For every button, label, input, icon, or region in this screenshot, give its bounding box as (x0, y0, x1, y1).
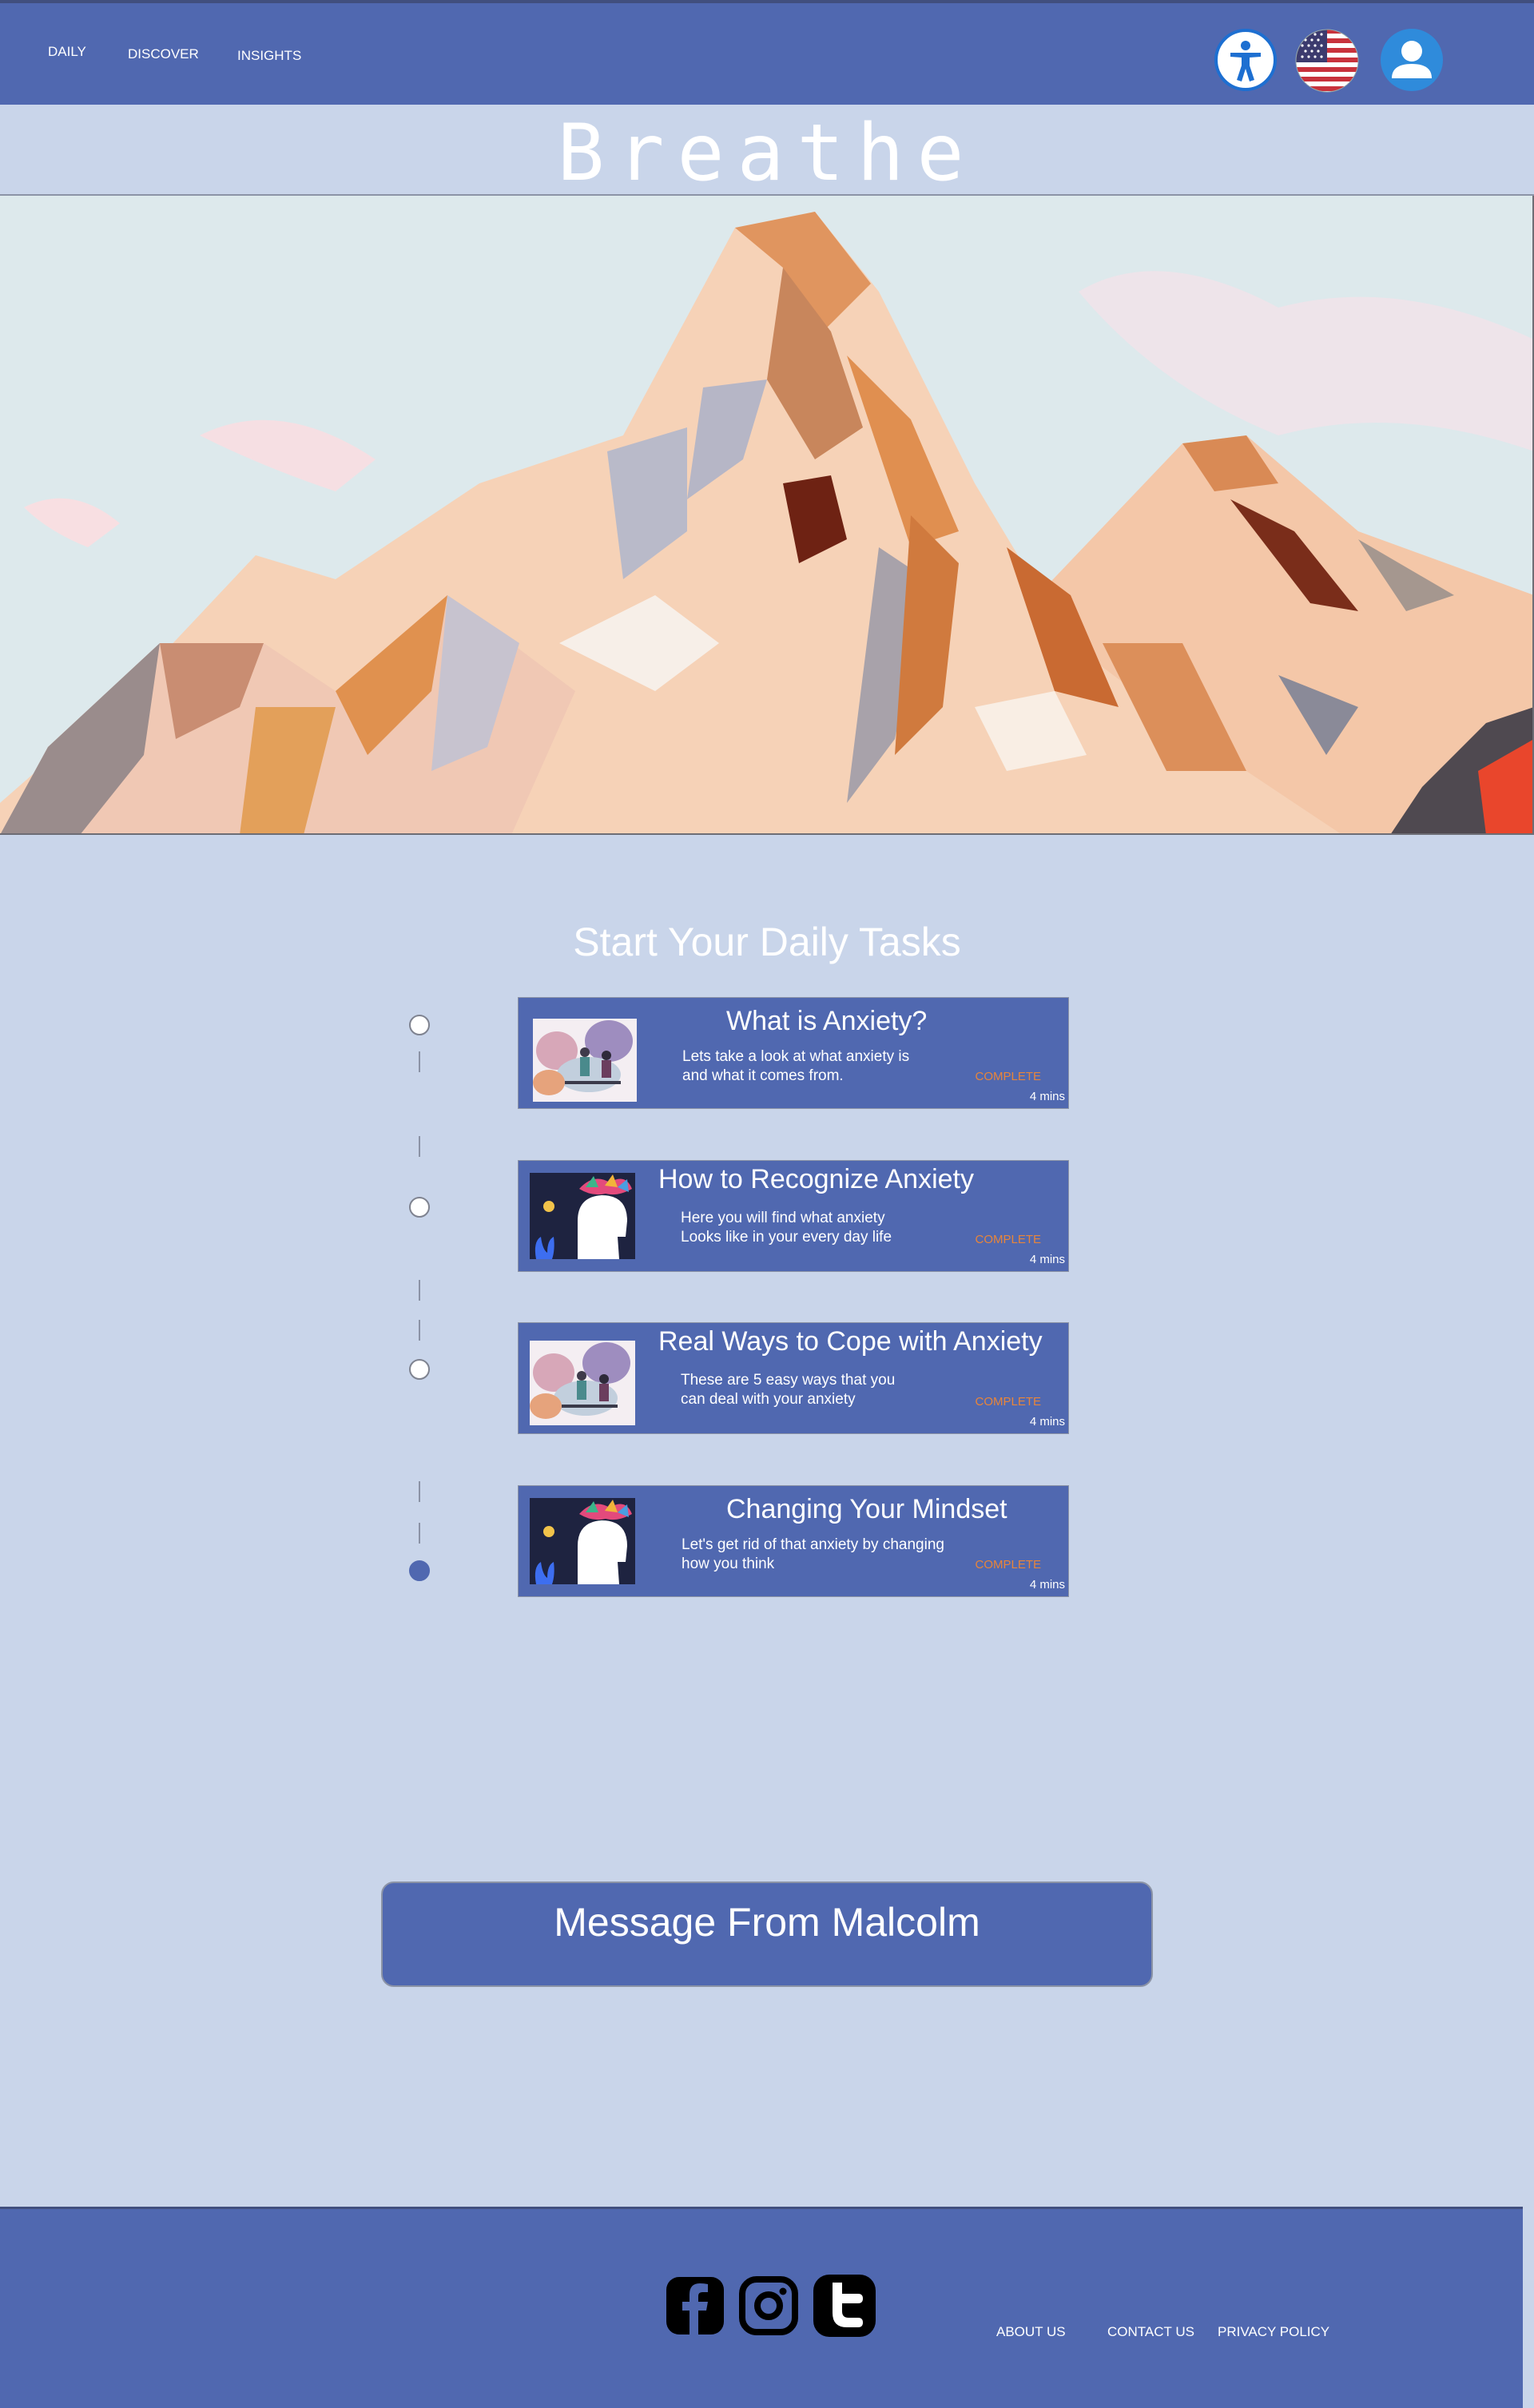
nav-daily-link[interactable]: DAILY (48, 44, 86, 60)
daily-tasks-heading: Start Your Daily Tasks (573, 920, 961, 964)
task-title: Real Ways to Cope with Anxiety (658, 1326, 1043, 1357)
nav-insights-link[interactable]: INSIGHTS (237, 48, 301, 64)
task-title: What is Anxiety? (726, 1006, 928, 1036)
timeline-connector (419, 1051, 420, 1072)
message-from-malcolm-button[interactable]: Message From Malcolm (381, 1881, 1153, 1987)
task-thumbnail-people-illustration (530, 1341, 635, 1425)
facebook-icon[interactable] (665, 2275, 725, 2336)
site-title: Breathe (557, 108, 977, 199)
us-flag-icon[interactable] (1295, 29, 1359, 93)
user-profile-icon[interactable] (1381, 29, 1443, 91)
timeline-connector (419, 1481, 420, 1502)
timeline-dot-4-current (409, 1560, 430, 1581)
task-description: These are 5 easy ways that you can deal … (681, 1372, 896, 1408)
task-card-what-is-anxiety[interactable]: What is Anxiety? Lets take a look at wha… (518, 997, 1069, 1109)
task-status-badge: COMPLETE (975, 1395, 1041, 1409)
task-card-changing-your-mindset[interactable]: Changing Your Mindset Let's get rid of t… (518, 1485, 1069, 1597)
timeline-dot-3 (409, 1359, 430, 1380)
task-thumbnail-mind-illustration (530, 1173, 635, 1259)
task-thumbnail-people-illustration (533, 1019, 637, 1102)
task-status-badge: COMPLETE (975, 1233, 1041, 1246)
task-thumbnail-mind-illustration (530, 1498, 635, 1584)
timeline-connector (419, 1523, 420, 1544)
nav-discover-link[interactable]: DISCOVER (128, 46, 199, 62)
title-band: Breathe (0, 105, 1534, 199)
timeline-connector (419, 1136, 420, 1157)
footer-contact-us-link[interactable]: CONTACT US (1107, 2324, 1194, 2340)
task-card-real-ways-to-cope[interactable]: Real Ways to Cope with Anxiety These are… (518, 1322, 1069, 1434)
task-status-badge: COMPLETE (975, 1070, 1041, 1083)
hero-mountain-image (0, 196, 1534, 835)
task-duration: 4 mins (1029, 1415, 1065, 1429)
task-card-how-to-recognize-anxiety[interactable]: How to Recognize Anxiety Here you will f… (518, 1160, 1069, 1272)
timeline-dot-2 (409, 1197, 430, 1218)
task-description: Let's get rid of that anxiety by changin… (682, 1536, 944, 1572)
instagram-icon[interactable] (738, 2275, 799, 2336)
timeline-connector (419, 1280, 420, 1301)
task-duration: 4 mins (1029, 1578, 1065, 1591)
task-duration: 4 mins (1029, 1253, 1065, 1266)
task-description: Lets take a look at what anxiety is and … (682, 1048, 910, 1084)
footer-privacy-policy-link[interactable]: PRIVACY POLICY (1218, 2324, 1329, 2340)
footer-about-us-link[interactable]: ABOUT US (996, 2324, 1066, 2340)
timeline-connector (419, 1320, 420, 1341)
task-status-badge: COMPLETE (975, 1558, 1041, 1572)
top-navigation-bar: DAILY DISCOVER INSIGHTS (0, 0, 1534, 105)
task-description: Here you will find what anxiety Looks li… (681, 1210, 892, 1246)
task-title: Changing Your Mindset (726, 1494, 1007, 1524)
task-duration: 4 mins (1029, 1090, 1065, 1103)
footer: ABOUT US CONTACT US PRIVACY POLICY (0, 2207, 1523, 2408)
timeline-dot-1 (409, 1015, 430, 1035)
task-title: How to Recognize Anxiety (658, 1164, 974, 1194)
twitter-icon[interactable] (812, 2273, 877, 2338)
accessibility-icon[interactable] (1214, 29, 1277, 91)
message-button-label: Message From Malcolm (554, 1900, 980, 1945)
